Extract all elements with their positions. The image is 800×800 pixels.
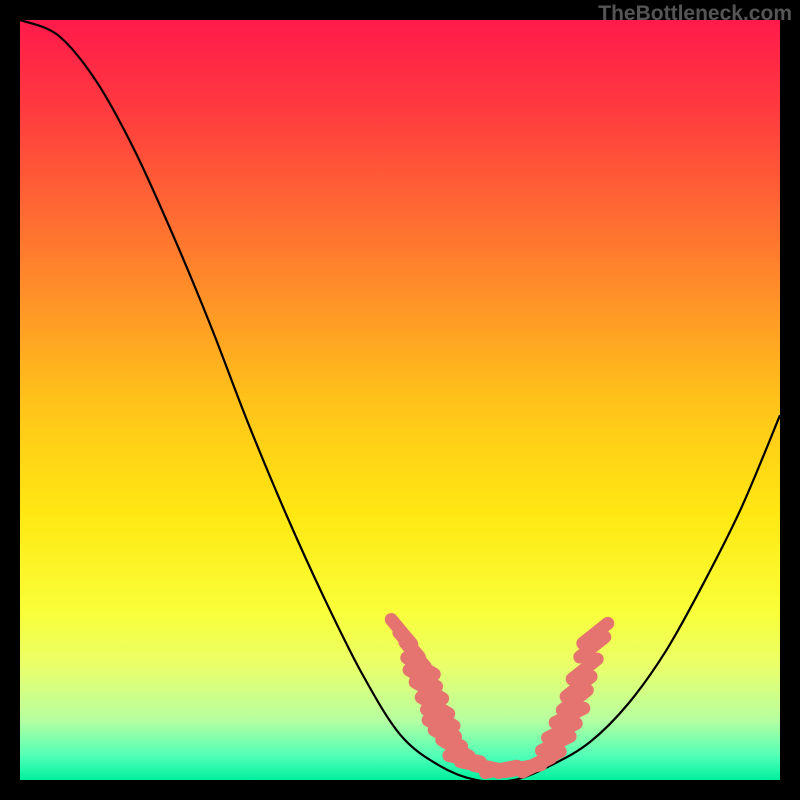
curve-layer xyxy=(20,20,780,780)
watermark-label: TheBottleneck.com xyxy=(598,2,792,26)
optimal-markers xyxy=(391,620,608,773)
plot-area xyxy=(20,20,780,780)
bottleneck-curve xyxy=(20,20,780,782)
chart-frame: TheBottleneck.com xyxy=(0,0,800,800)
